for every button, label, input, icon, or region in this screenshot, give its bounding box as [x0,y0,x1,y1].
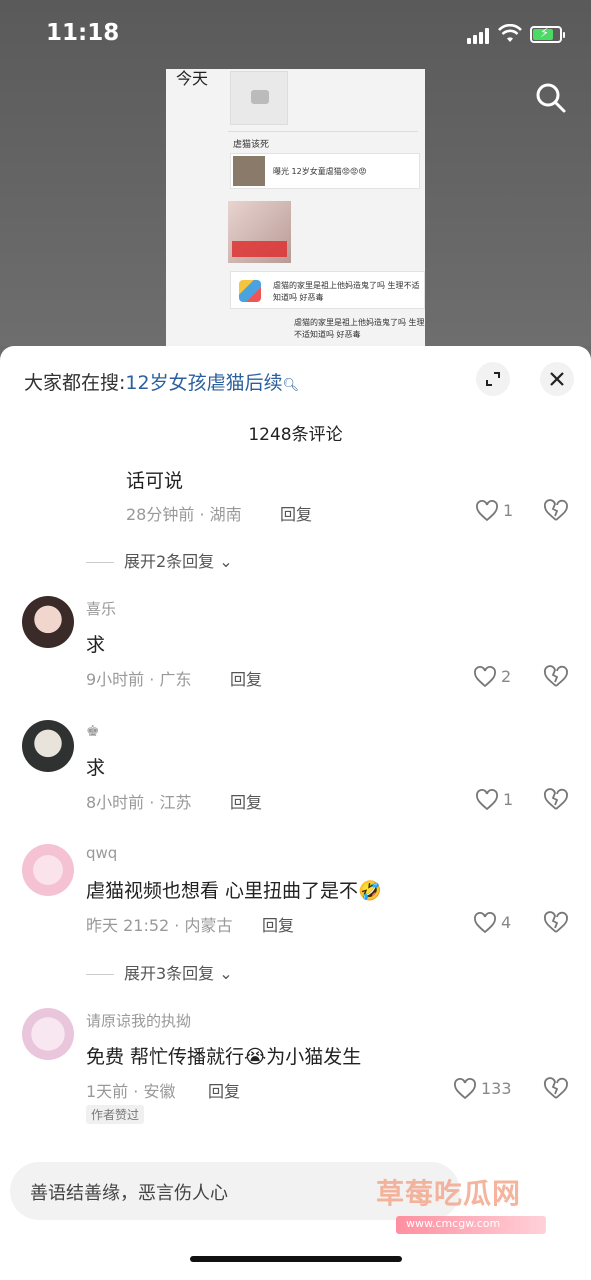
avatar[interactable] [22,596,74,648]
search-small-icon: 🔍︎ [282,378,300,393]
cat-thumbnail [233,156,265,186]
hot-search-prefix: 大家都在搜: [24,372,126,394]
like-count: 2 [501,667,512,686]
reply-button[interactable]: 回复 [262,912,294,936]
expand-replies-button[interactable]: 展开2条回复 ⌄ [86,548,233,572]
chevron-down-icon: ⌄ [219,552,233,571]
comment-meta: 28分钟前 · 湖南 [126,505,242,524]
like-button[interactable]: 4 [473,910,533,938]
like-count: 4 [501,913,512,932]
reply-button[interactable]: 回复 [208,1078,240,1102]
screenshot-row: 虐猫的家里是祖上他妈造鬼了吗 生理不适知道吗 好恶毒 [230,315,425,345]
watermark-text: 草莓吃瓜网 [376,1177,522,1210]
expand-sheet-button[interactable] [476,362,510,396]
girl-photo-thumbnail [228,201,291,263]
cellular-signal-icon [467,28,491,44]
reply-button[interactable]: 回复 [230,789,262,813]
home-indicator[interactable] [190,1256,402,1262]
expand-replies-label: 展开2条回复 [124,552,215,571]
comment-meta: 昨天 21:52 · 内蒙古 [86,916,233,935]
screenshot-today-label: 今天 [176,69,209,88]
status-time: 11:18 [46,20,120,46]
hot-search-keyword[interactable]: 12岁女孩虐猫后续 [125,372,282,394]
comment-meta: 1天前 · 安徽 [86,1082,176,1101]
like-button[interactable]: 1 [475,498,535,526]
heart-icon [476,789,498,811]
like-count: 133 [481,1079,512,1098]
screenshot-row: 虐猫的家里是祖上他妈造鬼了吗 生理不适知道吗 好恶毒 [230,271,425,309]
avatar[interactable] [22,844,74,896]
comment-username[interactable]: ♚ [86,722,99,740]
watermark-url: www.cmcgw.com [406,1217,501,1230]
search-icon[interactable] [535,82,567,114]
comment-text: 求 [86,634,106,656]
broken-heart-icon[interactable] [543,910,569,936]
comment-username[interactable]: 喜乐 [86,598,116,619]
avatar[interactable] [22,1008,74,1060]
like-count: 1 [503,790,514,809]
divider [86,562,114,563]
watermark-url-badge: www.cmcgw.com [396,1216,546,1234]
broken-heart-icon[interactable] [543,1076,569,1102]
comment-meta: 8小时前 · 江苏 [86,793,192,812]
broken-heart-icon[interactable] [543,664,569,690]
comment-count: 1248条评论 [248,425,343,445]
reply-button[interactable]: 回复 [230,666,262,690]
close-icon [550,372,564,386]
screenshot-row-text: 虐猫的家里是祖上他妈造鬼了吗 生理不适知道吗 好恶毒 [294,318,425,339]
screenshot-row-text: 虐猫的家里是祖上他妈造鬼了吗 生理不适知道吗 好恶毒 [273,281,420,302]
comment-text: 免费 帮忙传播就行😭为小猫发生 [86,1046,362,1068]
comment-username[interactable]: 请原谅我的执拗 [86,1010,191,1031]
video-screenshot-content: 今天 虐猫该死 曝光 12岁女童虐猫😡😡😡 虐猫的家里是祖上他妈造鬼了吗 生理不… [166,69,425,346]
comment-username[interactable]: qwq [86,844,117,862]
like-count: 1 [503,501,514,520]
battery-icon: ⚡ [530,26,565,43]
like-button[interactable]: 1 [475,787,535,815]
comment-sheet: 大家都在搜:12岁女孩虐猫后续🔍︎ 1248条评论 话可说 28分钟前 · 湖南… [0,346,591,1280]
heart-icon [454,1078,476,1100]
comment-text: 求 [86,757,106,779]
comment-input-placeholder: 善语结善缘，恶言伤人心 [30,1183,228,1204]
divider [228,131,418,132]
comment-text: 虐猫视频也想看 心里扭曲了是不🤣 [86,880,382,902]
heart-icon [476,500,498,522]
avatar[interactable] [22,720,74,772]
comment-meta: 9小时前 · 广东 [86,670,192,689]
video-area[interactable]: 11:18 ⚡ 今天 虐猫该死 曝光 12岁女童虐猫😡😡😡 虐猫的家里是祖上他妈… [0,0,591,346]
close-button[interactable] [540,362,574,396]
cube-icon [239,280,261,302]
status-bar: 11:18 ⚡ [0,0,591,70]
broken-heart-icon[interactable] [543,498,569,524]
camera-icon [230,71,288,125]
screenshot-row: 曝光 12岁女童虐猫😡😡😡 [230,153,420,189]
heart-icon [474,666,496,688]
wifi-icon [498,24,522,42]
broken-heart-icon[interactable] [543,787,569,813]
heart-icon [474,912,496,934]
screenshot-section-label: 虐猫该死 [233,140,270,150]
expand-replies-button[interactable]: 展开3条回复 ⌄ [86,960,233,984]
reply-button[interactable]: 回复 [280,501,312,525]
expand-icon [486,372,500,386]
expand-replies-label: 展开3条回复 [124,964,215,983]
like-button[interactable]: 133 [453,1076,523,1104]
divider [86,974,114,975]
author-liked-badge: 作者赞过 [86,1105,145,1124]
like-button[interactable]: 2 [473,664,533,692]
hot-search[interactable]: 大家都在搜:12岁女孩虐猫后续🔍︎ [24,368,299,395]
comment-text: 话可说 [126,470,184,492]
chevron-down-icon: ⌄ [219,964,233,983]
screenshot-row-text: 曝光 12岁女童虐猫😡😡😡 [273,167,367,176]
